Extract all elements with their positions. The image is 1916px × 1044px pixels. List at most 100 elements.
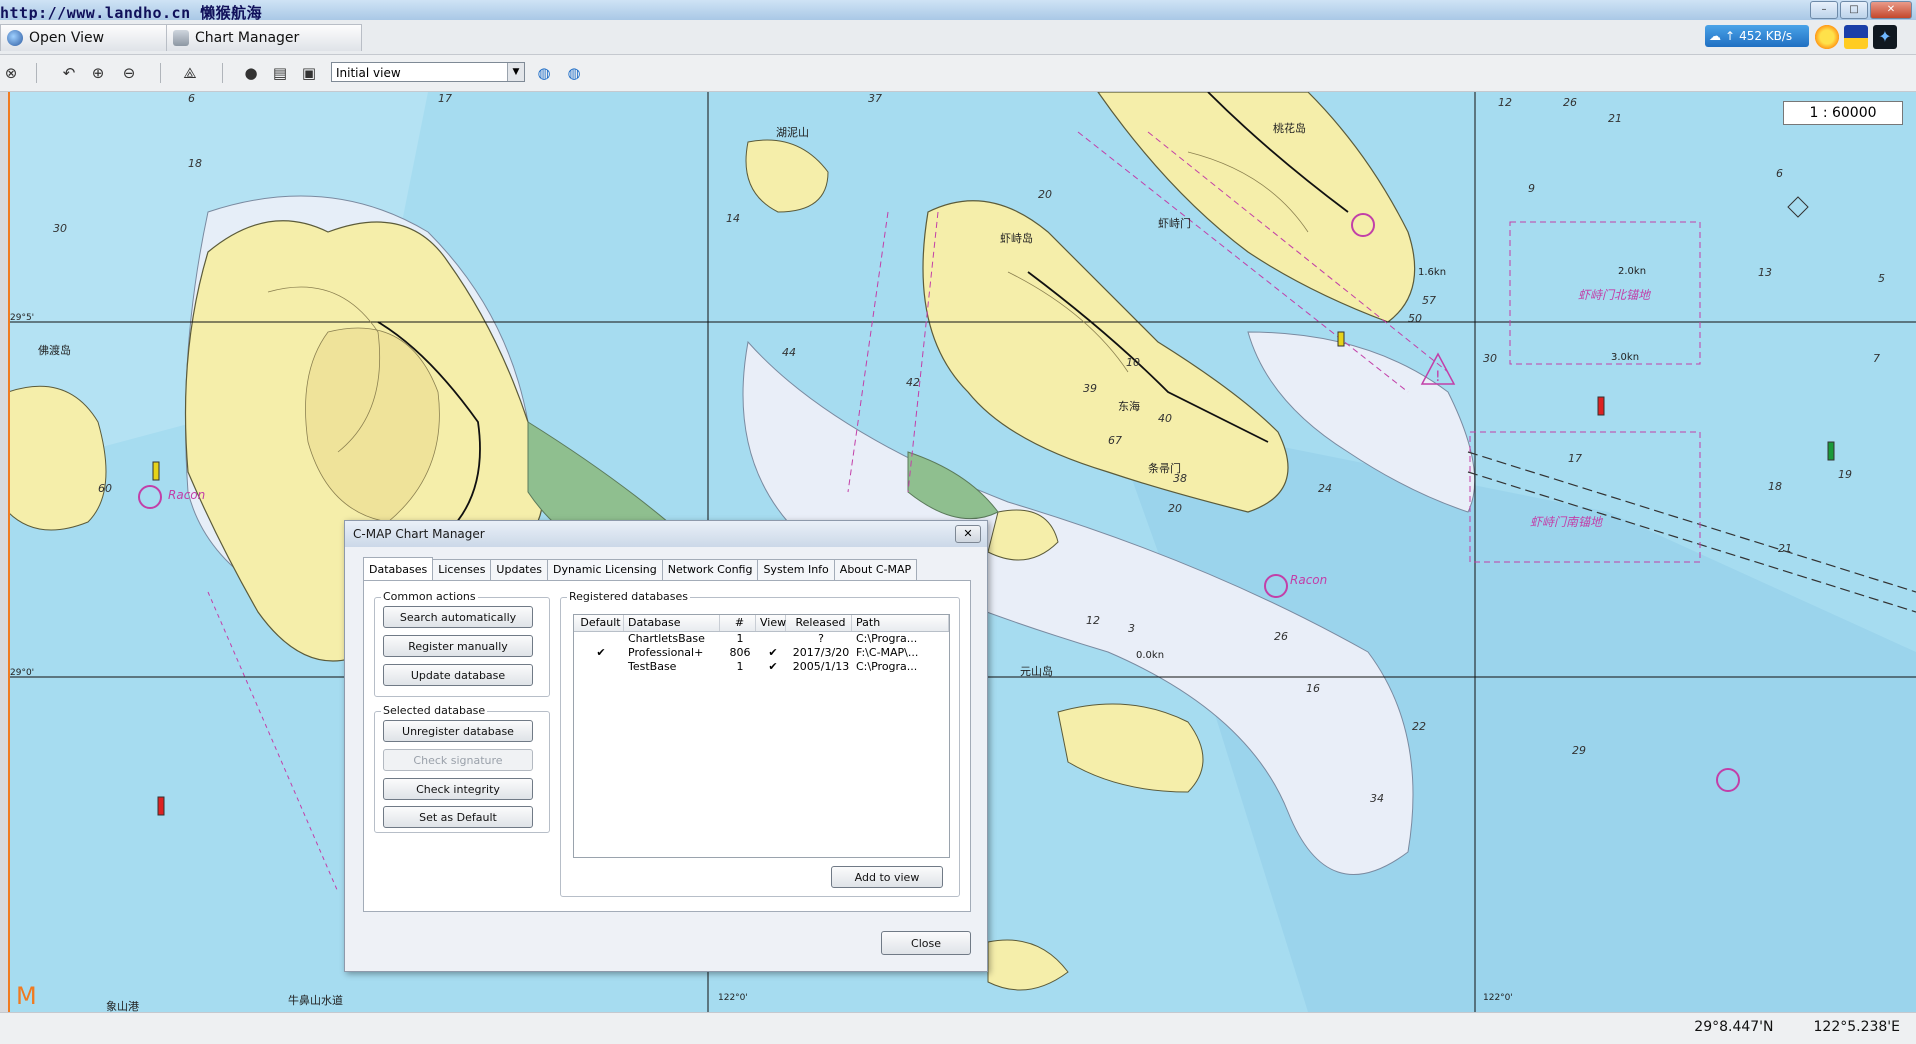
dialog-close-button[interactable]: Close [881,931,971,955]
north-marker-letter: M [16,982,37,1010]
view-select-value: Initial view [336,66,401,80]
tab-licenses[interactable]: Licenses [432,559,492,581]
depth-label: 12 [1086,614,1100,627]
maximize-button[interactable]: □ [1840,1,1868,19]
databases-table: Default Database # View Released Path Ch… [573,614,950,858]
column-header[interactable]: Released [786,615,852,631]
close-window-button[interactable]: ✕ [1870,1,1912,19]
layers-icon[interactable]: ▤ [271,64,289,82]
chart-manager-icon [173,30,189,46]
longitude-tick-label: 122°0' [1483,993,1513,1003]
depth-label: 29 [1572,744,1586,757]
databases-pane: Common actions Search automatically Regi… [363,580,971,912]
column-header[interactable]: # [720,615,756,631]
view-select[interactable]: Initial view ▼ [331,62,525,82]
current-label: 1.6kn [1418,267,1446,278]
depth-label: 17 [1568,452,1582,465]
minimize-button[interactable]: – [1810,1,1838,19]
database-cell: ChartletsBase [628,632,705,645]
current-label: 2.0kn [1618,266,1646,277]
depth-label: 39 [1083,382,1097,395]
night-mode-icon[interactable]: ✦ [1873,25,1897,49]
depth-label: 5 [1878,272,1885,285]
set-as-default-button[interactable]: Set as Default [383,806,533,828]
depth-label: 44 [782,346,796,359]
sun-icon[interactable] [1815,25,1839,49]
path-cell: C:\Progra... [856,660,918,673]
svg-text:!: ! [1435,369,1441,385]
anchorage-name: 虾峙门北锚地 [1578,288,1652,302]
depth-label: 26 [1274,630,1288,643]
register-manually-button[interactable]: Register manually [383,635,533,657]
released-cell: 2017/3/20 [792,646,850,659]
dialog-close-icon[interactable]: ✕ [955,525,981,543]
depth-label: 9 [1528,182,1535,195]
measure-icon[interactable]: ⟁ [181,64,199,82]
add-to-view-button[interactable]: Add to view [831,866,943,888]
place-name: 虾峙门 [1158,216,1191,230]
menubar: Open View Chart Manager ☁ ↑ 452 KB/s ✦ [0,20,1916,55]
cursor-coordinates: 29°8.447'N 122°5.238'E [1694,1019,1900,1035]
update-database-button[interactable]: Update database [383,664,533,686]
depth-label: 10 [1126,356,1140,369]
count-cell: 1 [736,632,744,645]
globe-remove-icon[interactable]: ◍ [565,64,583,82]
depth-label: 18 [188,157,202,170]
depth-label: 50 [1408,312,1422,325]
print-icon[interactable]: ▣ [300,64,318,82]
registered-databases-label: Registered databases [567,590,691,603]
check-integrity-button[interactable]: Check integrity [383,778,533,800]
depth-label: 34 [1370,792,1384,805]
cloud-icon: ☁ [1709,29,1721,43]
globe-add-icon[interactable]: ◍ [535,64,553,82]
depth-label: 21 [1608,112,1622,125]
current-label: 3.0kn [1611,352,1639,363]
current-label: 0.0kn [1136,650,1164,661]
check-signature-button[interactable]: Check signature [383,749,533,771]
zoom-out-icon[interactable]: ⊖ [120,64,138,82]
column-header[interactable]: View [756,615,786,631]
chevron-down-icon[interactable]: ▼ [507,63,524,81]
undo-icon[interactable]: ↶ [60,64,78,82]
depth-label: 24 [1318,482,1332,495]
chart-manager-dialog: C-MAP Chart Manager ✕ Databases Licenses… [344,520,988,972]
path-cell: C:\Progra... [856,632,918,645]
unregister-database-button[interactable]: Unregister database [383,720,533,742]
depth-label: 6 [188,92,195,105]
tab-system-info[interactable]: System Info [757,559,835,581]
column-header[interactable]: Database [624,615,720,631]
depth-label: 13 [1758,266,1772,279]
tab-network-config[interactable]: Network Config [661,559,759,581]
released-cell: ? [818,632,824,645]
table-row[interactable]: ✔ Professional+ 806 ✔ 2017/3/20 F:\C-MAP… [574,646,949,660]
toolbar-separator [36,63,37,83]
sunset-icon[interactable] [1844,25,1868,49]
path-cell: F:\C-MAP\... [856,646,919,659]
window-controls: – □ ✕ [1810,1,1912,19]
open-view-tab[interactable]: Open View [0,24,170,51]
depth-label: 20 [1038,188,1052,201]
chart-manager-tab[interactable]: Chart Manager [166,24,362,51]
tab-updates[interactable]: Updates [490,559,548,581]
table-row[interactable]: TestBase 1 ✔ 2005/1/13 C:\Progra... [574,660,949,674]
zoom-in-icon[interactable]: ⊕ [89,64,107,82]
column-header[interactable]: Path [852,615,949,631]
depth-label: 26 [1563,96,1577,109]
table-row[interactable]: ChartletsBase 1 ? C:\Progra... [574,632,949,646]
depth-label: 20 [1168,502,1182,515]
depth-label: 16 [1306,682,1320,695]
chart-manager-label: Chart Manager [195,30,300,46]
stop-icon[interactable]: ⊗ [2,64,20,82]
sphere-icon[interactable]: ● [242,64,260,82]
window-titlebar: http://www.landho.cn 懒猴航海 – □ ✕ [0,0,1916,22]
tab-databases[interactable]: Databases [363,557,434,580]
depth-label: 12 [1498,96,1512,109]
depth-label: 40 [1158,412,1172,425]
tab-about-cmap[interactable]: About C-MAP [833,559,918,581]
search-automatically-button[interactable]: Search automatically [383,606,533,628]
depth-label: 42 [906,376,920,389]
column-header[interactable]: Default [574,615,624,631]
count-cell: 1 [736,660,744,673]
network-speed-widget[interactable]: ☁ ↑ 452 KB/s [1705,25,1809,47]
tab-dynamic-licensing[interactable]: Dynamic Licensing [547,559,663,581]
